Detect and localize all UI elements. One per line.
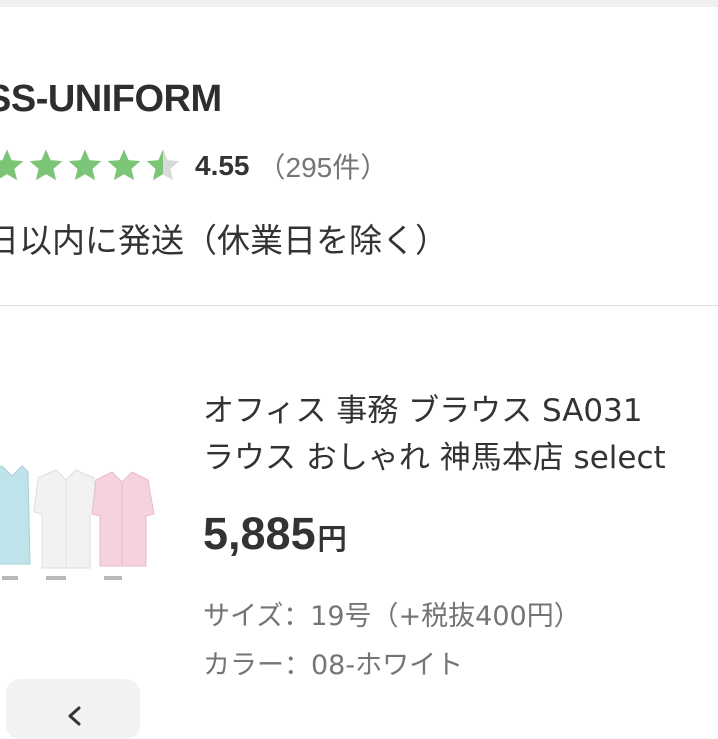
blue-blouse-shape bbox=[0, 465, 31, 565]
top-strip bbox=[0, 0, 718, 7]
blouse-thumbnail-image bbox=[0, 465, 155, 580]
shop-name[interactable]: SS-UNIFORM bbox=[0, 78, 222, 121]
product-image[interactable] bbox=[0, 452, 170, 604]
star-icon bbox=[107, 149, 141, 181]
size-option: サイズ：19号（+税抜400円） bbox=[203, 601, 581, 632]
price-value: 5,885 bbox=[203, 508, 316, 559]
price-unit: 円 bbox=[317, 522, 347, 556]
pink-blouse-shape bbox=[91, 471, 155, 567]
product-title-line-1: オフィス 事務 ブラウス SA031 bbox=[203, 393, 643, 429]
white-blouse-shape bbox=[33, 469, 99, 569]
shop-rating[interactable]: 4.55 （295件） bbox=[0, 144, 388, 188]
star-icon bbox=[146, 149, 180, 181]
shipping-info: 日以内に発送（休業日を除く） bbox=[0, 221, 448, 260]
color-option: カラー：08-ホワイト bbox=[203, 650, 464, 681]
section-divider bbox=[0, 305, 718, 306]
star-icon bbox=[0, 149, 24, 181]
chevron-left-icon bbox=[68, 706, 81, 726]
rating-stars bbox=[0, 147, 183, 185]
review-count: （295件） bbox=[257, 152, 389, 183]
star-icon bbox=[29, 149, 63, 181]
product-price: 5,885 円 bbox=[203, 508, 347, 560]
back-button[interactable] bbox=[6, 679, 140, 739]
product-title-line-2: ラウス おしゃれ 神馬本店 select bbox=[203, 440, 666, 476]
rating-value: 4.55 bbox=[195, 150, 250, 181]
product-title[interactable]: オフィス 事務 ブラウス SA031 ラウス おしゃれ 神馬本店 select bbox=[203, 388, 666, 482]
star-icon bbox=[68, 149, 102, 181]
